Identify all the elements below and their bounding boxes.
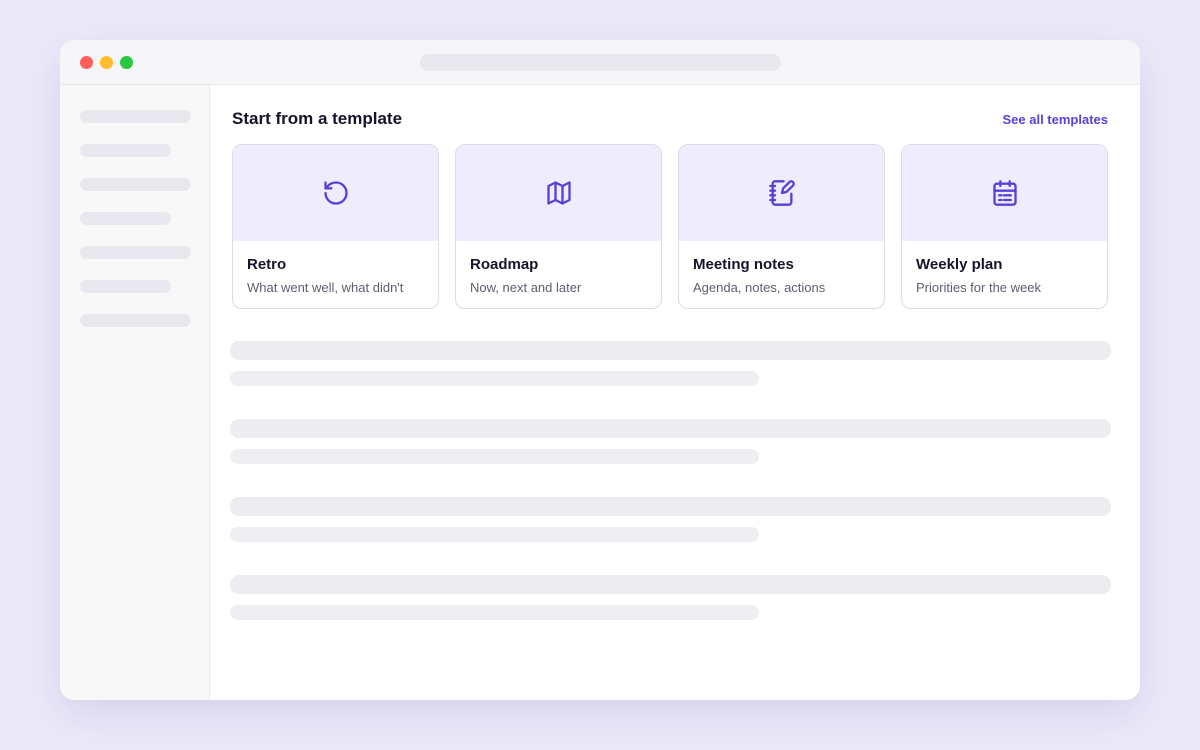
skeleton-line (230, 497, 1111, 516)
template-card-weekly-plan[interactable]: Weekly plan Priorities for the week (901, 144, 1108, 309)
sidebar-item-placeholder[interactable] (80, 212, 171, 225)
title-bar (60, 40, 1140, 85)
card-header (233, 145, 438, 241)
template-card-retro[interactable]: Retro What went well, what didn't (232, 144, 439, 309)
template-card-roadmap[interactable]: Roadmap Now, next and later (455, 144, 662, 309)
close-window-button[interactable] (80, 56, 93, 69)
sidebar (60, 85, 210, 700)
sidebar-item-placeholder[interactable] (80, 246, 191, 259)
card-description: Agenda, notes, actions (693, 280, 826, 295)
card-title: Roadmap (470, 256, 539, 273)
card-title: Retro (247, 256, 287, 273)
card-title: Meeting notes (693, 256, 794, 273)
skeleton-line (230, 527, 759, 542)
sidebar-item-placeholder[interactable] (80, 314, 191, 327)
card-description: Priorities for the week (916, 280, 1041, 295)
sidebar-item-placeholder[interactable] (80, 280, 171, 293)
skeleton-line (230, 575, 1111, 594)
skeleton-line (230, 371, 759, 386)
card-description: Now, next and later (470, 280, 582, 295)
template-card-meeting-notes[interactable]: Meeting notes Agenda, notes, actions (678, 144, 885, 309)
skeleton-line (230, 341, 1111, 360)
notebook-pen-icon (768, 180, 795, 206)
map-icon (546, 181, 571, 205)
card-header (902, 145, 1107, 241)
rotate-ccw-icon (323, 181, 348, 205)
card-description: What went well, what didn't (247, 280, 404, 295)
browser-window: Start from a template See all templates … (60, 40, 1140, 700)
see-all-templates-link[interactable]: See all templates (1003, 112, 1109, 127)
main-content: Start from a template See all templates … (211, 85, 1140, 700)
sidebar-item-placeholder[interactable] (80, 110, 191, 123)
section-title: Start from a template (232, 109, 403, 128)
maximize-window-button[interactable] (120, 56, 133, 69)
card-header (679, 145, 884, 241)
sidebar-item-placeholder[interactable] (80, 178, 191, 191)
address-bar-placeholder[interactable] (420, 54, 781, 71)
skeleton-line (230, 605, 759, 620)
skeleton-line (230, 449, 759, 464)
skeleton-line (230, 419, 1111, 438)
calendar-icon (992, 180, 1017, 206)
card-header (456, 145, 661, 241)
card-title: Weekly plan (916, 256, 1003, 273)
sidebar-item-placeholder[interactable] (80, 144, 171, 157)
minimize-window-button[interactable] (100, 56, 113, 69)
